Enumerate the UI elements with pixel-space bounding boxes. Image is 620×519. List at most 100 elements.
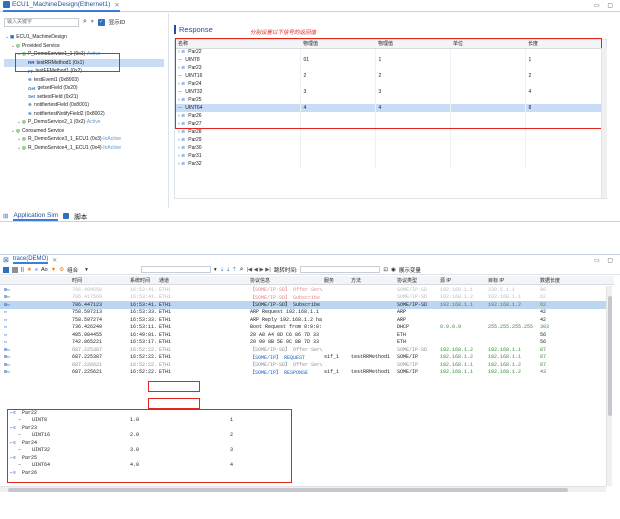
response-phys[interactable]: [375, 136, 451, 144]
tree-item[interactable]: ⌄ ◎ R_DemoService4_1_ECU1 (0x4) -InActive: [4, 144, 164, 153]
trace-col-header[interactable]: 协议信息: [250, 277, 270, 284]
response-raw[interactable]: [300, 152, 376, 160]
row-expand-icon[interactable]: ▭: [4, 332, 7, 338]
expand-variables-radio[interactable]: ◉: [391, 267, 396, 273]
row-expand-icon[interactable]: ⊞▭: [4, 294, 10, 300]
trace-row[interactable]: ⊞▭ 687.226621 16:52:22.331155ETH1 【SOME/IP-…: [0, 361, 606, 369]
response-phys[interactable]: [375, 152, 451, 160]
trace-scrollbar-v[interactable]: [606, 286, 612, 486]
tab-ecu-design[interactable]: ECU1_MachineDesign(Ethernet1) ✕: [3, 0, 120, 12]
response-unit[interactable]: [450, 160, 526, 168]
trace-row[interactable]: ⊞▭ 786.404558 16:53:41.811592ETH1 【SOME/IP-…: [0, 286, 606, 294]
filter-label[interactable]: Ao: [41, 267, 48, 273]
response-length[interactable]: [525, 144, 606, 152]
trace-col-header[interactable]: 目标 IP: [488, 277, 504, 284]
trace-search-input[interactable]: [140, 266, 211, 273]
row-expand-icon[interactable]: ⊞▭: [4, 362, 10, 368]
response-row[interactable]: › ≋ Par29: [175, 136, 606, 144]
trace-row[interactable]: ⊞▭ 687.225387 16:52:22.330921ETH1 【SOME/IP-…: [0, 346, 606, 354]
trace-col-header[interactable]: 数据长度: [540, 277, 560, 284]
response-name[interactable]: › ≋ Par28: [175, 128, 301, 136]
splitter[interactable]: [168, 13, 169, 208]
pause-icon[interactable]: ||: [21, 267, 24, 273]
row-expand-icon[interactable]: ⊞▭: [4, 287, 10, 293]
trace-col-header[interactable]: 时间: [72, 277, 82, 284]
trace-row[interactable]: ⊞▭ 786.417569 16:53:41.822703ETH1 【SOME/IP-…: [0, 294, 606, 302]
response-name[interactable]: › ≋ Par29: [175, 136, 301, 144]
trace-row[interactable]: ▭ 758.597274 16:53:33.702808ETH1 ARP Reply …: [0, 316, 606, 324]
trace-tab-title[interactable]: trace(DEMO): [12, 256, 49, 264]
response-length[interactable]: [525, 160, 606, 168]
trace-col-header[interactable]: 系统时间: [130, 277, 150, 284]
response-raw[interactable]: [300, 144, 376, 152]
clear-icon[interactable]: ≡: [35, 267, 38, 273]
response-unit[interactable]: [450, 152, 526, 160]
trace-col-header[interactable]: 源 IP: [440, 277, 451, 284]
row-expand-icon[interactable]: ▭: [4, 324, 7, 330]
row-expand-icon[interactable]: ⊞▭: [4, 302, 10, 308]
response-length[interactable]: [525, 128, 606, 136]
row-expand-icon[interactable]: ⊞▭: [4, 347, 10, 353]
response-name[interactable]: › ≋ Par32: [175, 160, 301, 168]
tree-item[interactable]: Get getsetField (0x20): [4, 84, 164, 93]
response-length[interactable]: [525, 136, 606, 144]
tree-item[interactable]: ⚟ testEvent1 (0x8003): [4, 76, 164, 85]
response-phys[interactable]: [375, 160, 451, 168]
window-controls[interactable]: ▭ ▢: [594, 257, 616, 264]
go-icon[interactable]: ⊡: [383, 267, 388, 273]
trace-row[interactable]: ⊞▭ 687.225621 16:52:22.331155ETH1 【SOME/IP】…: [0, 369, 606, 377]
response-row[interactable]: › ≋ Par28: [175, 128, 606, 136]
row-expand-icon[interactable]: ▭: [4, 317, 7, 323]
chevron-down-icon[interactable]: ▾: [91, 19, 94, 25]
row-expand-icon[interactable]: ▭: [4, 309, 7, 315]
tree-item[interactable]: ⌄ ◎ Consumed Service: [4, 127, 164, 136]
tree-item[interactable]: ⌄ ◎ Provided Service: [4, 42, 164, 51]
response-row[interactable]: › ≋ Par31: [175, 152, 606, 160]
trace-row[interactable]: ⊞▭ 786.447123 16:53:41.852341ETH1 【SOME/IP-…: [0, 301, 606, 309]
funnel-icon[interactable]: ▼: [51, 267, 56, 273]
chevron-down-icon[interactable]: ▾: [85, 267, 88, 273]
response-unit[interactable]: [450, 128, 526, 136]
tab-script[interactable]: 脚本: [74, 211, 87, 221]
tree-item[interactable]: ⌄ ▣ ECU1_MachineDesign: [4, 33, 164, 42]
trace-row[interactable]: ⊞▭ 687.225387 16:52:22.330921ETH1 【SOME/IP】…: [0, 354, 606, 362]
nav-buttons[interactable]: |◀ ◀ ▶ ▶|: [247, 267, 271, 273]
tree-item[interactable]: ⌄ ◎ R_DemoService3_1_ECU1 (0x3) -InActive: [4, 135, 164, 144]
close-icon[interactable]: ✕: [114, 1, 119, 9]
response-row[interactable]: › ≋ Par32: [175, 160, 606, 168]
tree-item[interactable]: ⚟ notifiertestField (0x8001): [4, 101, 164, 110]
response-raw[interactable]: [300, 136, 376, 144]
h-scroll-thumb[interactable]: [8, 488, 568, 492]
trace-col-header[interactable]: 协议类型: [397, 277, 417, 284]
response-phys[interactable]: [375, 144, 451, 152]
trace-col-header[interactable]: 通道: [159, 277, 169, 284]
start-icon[interactable]: [3, 266, 9, 273]
response-row[interactable]: › ≋ Par30: [175, 144, 606, 152]
response-raw[interactable]: [300, 128, 376, 136]
row-expand-icon[interactable]: ⊞▭: [4, 369, 10, 375]
combine-label[interactable]: 组合: [67, 266, 78, 274]
window-controls[interactable]: ▭ ▢: [594, 2, 616, 9]
trace-row[interactable]: ▭ 742.865221 16:53:17.970755ETH1 20 99 8B 5…: [0, 339, 606, 347]
response-scrollbar[interactable]: [601, 48, 607, 198]
response-raw[interactable]: [300, 160, 376, 168]
trace-scrollbar-h[interactable]: [0, 486, 606, 492]
response-phys[interactable]: [375, 128, 451, 136]
chevron-down-icon[interactable]: ▾: [214, 267, 217, 273]
trace-col-header[interactable]: 方法: [351, 277, 361, 284]
sort-icons[interactable]: ⇣ ⇣ ⇡: [220, 267, 237, 273]
highlight-icon[interactable]: ★: [27, 267, 32, 273]
tree-item[interactable]: ⚟ notifiertestNotifyField2 (0x8002): [4, 110, 164, 119]
search-icon[interactable]: ⌕: [240, 266, 244, 274]
trace-row[interactable]: ▭ 485.984455 16:49:01.089988ETH1 20 A8 A4 8…: [0, 331, 606, 339]
tab-application-sim[interactable]: Application Sim: [13, 212, 59, 221]
response-unit[interactable]: [450, 144, 526, 152]
settings-icon[interactable]: ⚙: [59, 267, 64, 273]
show-id-checkbox[interactable]: ✓: [97, 18, 105, 26]
stop-icon[interactable]: [12, 266, 18, 273]
search-input[interactable]: [4, 17, 79, 27]
scroll-thumb[interactable]: [608, 296, 612, 416]
response-name[interactable]: › ≋ Par31: [175, 152, 301, 160]
close-icon[interactable]: ✕: [52, 257, 57, 264]
jump-time-input[interactable]: [300, 266, 381, 273]
